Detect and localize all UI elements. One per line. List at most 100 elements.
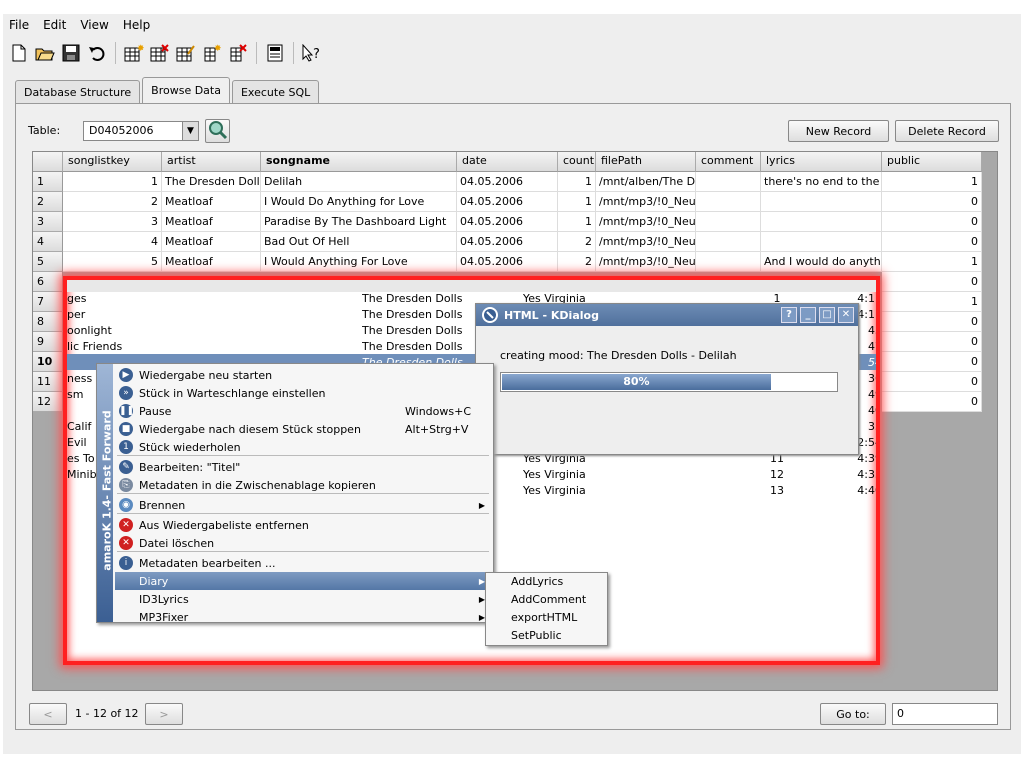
table-cell[interactable]: 1 [63,172,162,192]
table-cell[interactable] [696,252,761,272]
row-header[interactable]: 4 [33,232,63,252]
table-cell[interactable]: 0 [882,212,982,232]
table-cell[interactable] [696,232,761,252]
table-cell[interactable] [696,172,761,192]
table-cell[interactable]: The Dresden Doll [162,172,261,192]
column-header-artist[interactable]: artist [162,152,261,172]
row-header[interactable]: 3 [33,212,63,232]
table-cell[interactable]: 04.05.2006 [457,192,558,212]
table-cell[interactable]: /mnt/mp3/!0_Neu [596,252,696,272]
column-header-songlistkey[interactable]: songlistkey [63,152,162,172]
row-header[interactable]: 8 [33,312,63,332]
save-icon[interactable] [59,41,83,65]
column-header-date[interactable]: date [457,152,558,172]
row-header[interactable]: 11 [33,372,63,392]
row-header[interactable]: 1 [33,172,63,192]
table-cell[interactable]: 5 [63,252,162,272]
row-header[interactable]: 12 [33,392,63,412]
chevron-down-icon[interactable]: ▼ [182,122,198,140]
table-cell[interactable]: 1 [882,172,982,192]
column-header-songname[interactable]: songname [261,152,457,172]
table-cell[interactable]: 04.05.2006 [457,232,558,252]
row-header[interactable]: 10 [33,352,63,372]
table-cell[interactable]: 1 [558,172,596,192]
table-cell[interactable]: 2 [558,232,596,252]
open-folder-icon[interactable] [33,41,57,65]
create-index-icon[interactable]: ✸ [200,41,224,65]
menu-view[interactable]: View [80,18,108,32]
table-cell[interactable]: 4 [63,232,162,252]
minimize-icon[interactable]: _ [800,307,816,323]
menu-item-st-ck-in-warteschlange-einstellen[interactable]: » Stück in Warteschlange einstellen [115,384,493,402]
table-cell[interactable]: 0 [882,352,982,372]
table-cell[interactable]: I Would Anything For Love [261,252,457,272]
row-header[interactable]: 5 [33,252,63,272]
menu-item-st-ck-wiederholen[interactable]: 1 Stück wiederholen [115,438,493,456]
table-cell[interactable]: 1 [558,212,596,232]
search-button[interactable] [205,119,230,143]
column-header-comment[interactable]: comment [696,152,761,172]
delete-table-icon[interactable] [148,41,172,65]
menu-help[interactable]: Help [123,18,150,32]
table-cell[interactable]: 2 [63,192,162,212]
table-cell[interactable]: Meatloaf [162,232,261,252]
table-cell[interactable]: Delilah [261,172,457,192]
table-cell[interactable]: 1 [882,252,982,272]
menu-item-wiedergabe-neu-starten[interactable]: ▶ Wiedergabe neu starten [115,366,493,384]
table-cell[interactable]: 04.05.2006 [457,212,558,232]
tab-browse-data[interactable]: Browse Data [142,77,230,103]
new-file-icon[interactable] [7,41,31,65]
column-header-filePath[interactable]: filePath [596,152,696,172]
table-cell[interactable] [761,212,882,232]
table-cell[interactable]: 3 [63,212,162,232]
table-cell[interactable]: /mnt/mp3/!0_Neu [596,212,696,232]
close-icon[interactable]: ✕ [838,307,854,323]
table-cell[interactable]: And I would do anythi [761,252,882,272]
row-header[interactable]: 6 [33,272,63,292]
submenu-item-addlyrics[interactable]: AddLyrics [486,573,607,591]
table-cell[interactable] [696,212,761,232]
menu-file[interactable]: File [9,18,29,32]
table-cell[interactable]: 0 [882,392,982,412]
menu-item-diary[interactable]: Diary ▶ [115,572,493,590]
table-cell[interactable]: 0 [882,272,982,292]
delete-index-icon[interactable] [226,41,250,65]
new-record-button[interactable]: New Record [788,120,889,142]
table-cell[interactable]: 0 [882,312,982,332]
tab-database-structure[interactable]: Database Structure [15,80,141,103]
log-icon[interactable] [263,41,287,65]
menu-item-mp3fixer[interactable]: MP3Fixer ▶ [115,608,493,626]
table-cell[interactable] [761,232,882,252]
undo-icon[interactable] [85,41,109,65]
menu-item-pause[interactable]: ❚❚ Pause Windows+C [115,402,493,420]
goto-button[interactable]: Go to: [820,703,886,725]
table-cell[interactable] [761,192,882,212]
table-cell[interactable]: Meatloaf [162,192,261,212]
next-page-button[interactable]: > [145,703,183,725]
column-header-count[interactable]: count [558,152,596,172]
row-header[interactable]: 7 [33,292,63,312]
table-cell[interactable] [696,192,761,212]
submenu-item-exporthtml[interactable]: exportHTML [486,609,607,627]
menu-item-brennen[interactable]: ◉ Brennen ▶ [115,496,493,514]
row-header[interactable]: 2 [33,192,63,212]
table-cell[interactable]: Meatloaf [162,212,261,232]
help-icon[interactable]: ? [781,307,797,323]
table-cell[interactable]: 0 [882,192,982,212]
menu-item-wiedergabe-nach-diesem-st-ck-stoppen[interactable]: ■ Wiedergabe nach diesem Stück stoppen Alt… [115,420,493,438]
whats-this-icon[interactable]: ? [300,41,324,65]
tab-execute-sql[interactable]: Execute SQL [231,80,320,103]
create-table-icon[interactable]: ✸ [122,41,146,65]
table-cell[interactable]: I Would Do Anything for Love [261,192,457,212]
table-cell[interactable]: 04.05.2006 [457,252,558,272]
delete-record-button[interactable]: Delete Record [895,120,999,142]
menu-item-metadaten-in-die-zwischenablage-kopieren[interactable]: ⎘ Metadaten in die Zwischenablage kopiere… [115,476,493,494]
table-cell[interactable]: Meatloaf [162,252,261,272]
menu-item-aus-wiedergabeliste-entfernen[interactable]: ✕ Aus Wiedergabeliste entfernen [115,516,493,534]
submenu-item-addcomment[interactable]: AddComment [486,591,607,609]
modify-table-icon[interactable] [174,41,198,65]
menu-edit[interactable]: Edit [43,18,66,32]
table-cell[interactable]: 1 [558,192,596,212]
table-cell[interactable]: 04.05.2006 [457,172,558,192]
table-cell[interactable]: /mnt/alben/The D [596,172,696,192]
